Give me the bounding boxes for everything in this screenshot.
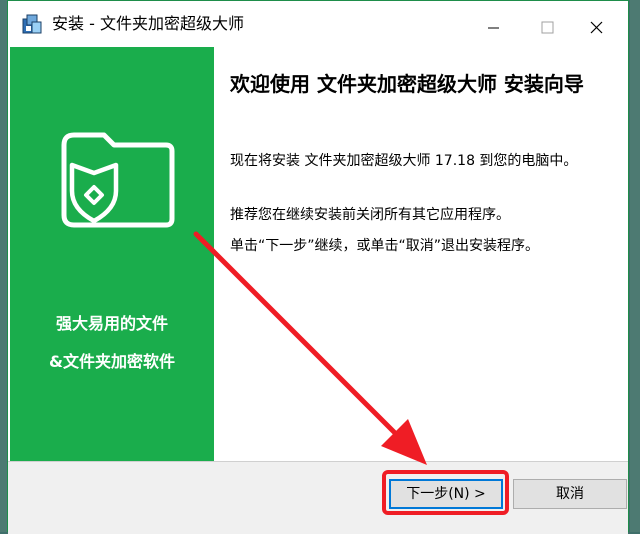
- folder-shield-icon: [61, 132, 175, 228]
- banner-slogan-line1: 强大易用的文件: [55, 314, 168, 333]
- maximize-icon[interactable]: [524, 1, 570, 47]
- close-icon[interactable]: [574, 1, 620, 47]
- next-button[interactable]: 下一步(N) >: [389, 479, 503, 509]
- installer-window: 安装 - 文件夹加密超级大师 强大易用的文件 &文件夹加密软件 欢迎使用 文件夹…: [7, 0, 629, 534]
- cancel-button[interactable]: 取消: [513, 479, 627, 509]
- window-title: 安装 - 文件夹加密超级大师: [52, 14, 244, 33]
- welcome-heading: 欢迎使用 文件夹加密超级大师 安装向导: [230, 72, 584, 96]
- continue-instructions: 单击“下一步”继续，或单击“取消”退出安装程序。: [230, 238, 540, 254]
- wizard-banner: 强大易用的文件 &文件夹加密软件: [10, 47, 214, 461]
- minimize-icon[interactable]: [470, 1, 516, 47]
- installer-icon: [22, 14, 42, 34]
- wizard-content: 欢迎使用 文件夹加密超级大师 安装向导 现在将安装 文件夹加密超级大师 17.1…: [214, 47, 624, 461]
- button-bar: 下一步(N) > 取消: [8, 461, 628, 534]
- title-bar: 安装 - 文件夹加密超级大师: [8, 1, 628, 47]
- desktop-background-right: [630, 0, 640, 532]
- install-info-text: 现在将安装 文件夹加密超级大师 17.18 到您的电脑中。: [230, 153, 578, 169]
- close-apps-hint: 推荐您在继续安装前关闭所有其它应用程序。: [230, 207, 510, 223]
- banner-slogan-line2: &文件夹加密软件: [49, 352, 175, 371]
